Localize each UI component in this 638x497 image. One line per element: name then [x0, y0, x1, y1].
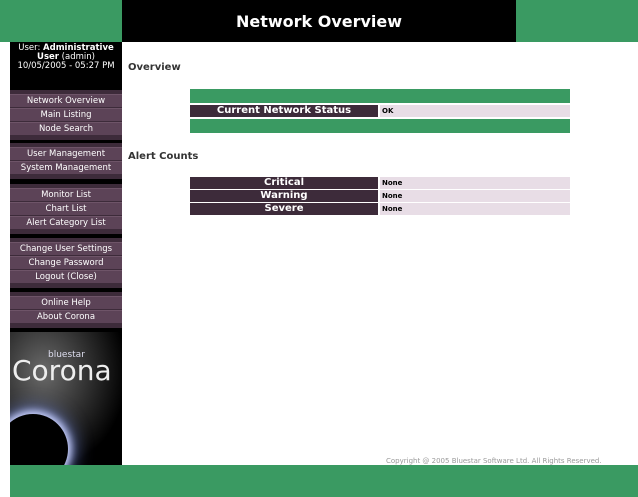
nav-logout[interactable]: Logout (Close) [10, 270, 122, 283]
nav-user-management[interactable]: User Management [10, 147, 122, 160]
nav-system-management[interactable]: System Management [10, 161, 122, 174]
nav-alert-category-list[interactable]: Alert Category List [10, 216, 122, 229]
alert-label: Critical [190, 177, 378, 189]
user-datetime: 10/05/2005 - 05:27 PM [17, 61, 115, 71]
nav-group-user: Change User Settings Change Password Log… [10, 238, 122, 288]
nav-main-listing[interactable]: Main Listing [10, 108, 122, 121]
overview-bar-top [190, 89, 570, 103]
alert-counts-heading: Alert Counts [128, 151, 199, 162]
sidebar: User: Administrative User (admin) 10/05/… [10, 42, 122, 465]
nav-about-corona[interactable]: About Corona [10, 310, 122, 323]
top-banner: Network Overview [0, 0, 638, 42]
nav-group-help: Online Help About Corona [10, 292, 122, 328]
alert-row-critical: Critical None [190, 177, 570, 189]
status-row: Current Network Status OK [190, 105, 570, 117]
alert-value: None [380, 203, 570, 215]
nav-group-admin: User Management System Management [10, 143, 122, 179]
alert-label: Severe [190, 203, 378, 215]
nav-change-password[interactable]: Change Password [10, 256, 122, 269]
status-label: Current Network Status [190, 105, 378, 117]
copyright-notice: Copyright @ 2005 Bluestar Software Ltd. … [386, 457, 602, 465]
nav-group-main: Network Overview Main Listing Node Searc… [10, 90, 122, 140]
bottom-banner [10, 465, 638, 497]
logo-product: Corona [12, 354, 112, 387]
page-title: Network Overview [122, 0, 516, 42]
alert-row-warning: Warning None [190, 190, 570, 202]
nav-node-search[interactable]: Node Search [10, 122, 122, 135]
nav-online-help[interactable]: Online Help [10, 296, 122, 309]
overview-bar-bottom [190, 119, 570, 133]
nav-network-overview[interactable]: Network Overview [10, 94, 122, 107]
overview-heading: Overview [128, 62, 181, 73]
alert-row-severe: Severe None [190, 203, 570, 215]
corona-logo: bluestar Corona [10, 332, 122, 465]
nav-monitor-list[interactable]: Monitor List [10, 188, 122, 201]
user-info: User: Administrative User (admin) 10/05/… [10, 44, 122, 71]
main-content: Overview Current Network Status OK Alert… [122, 42, 638, 465]
alert-value: None [380, 177, 570, 189]
alert-value: None [380, 190, 570, 202]
alert-label: Warning [190, 190, 378, 202]
nav-change-user-settings[interactable]: Change User Settings [10, 242, 122, 255]
nav-group-monitors: Monitor List Chart List Alert Category L… [10, 184, 122, 234]
eclipse-graphic [10, 414, 68, 465]
nav-chart-list[interactable]: Chart List [10, 202, 122, 215]
status-value: OK [380, 105, 570, 117]
